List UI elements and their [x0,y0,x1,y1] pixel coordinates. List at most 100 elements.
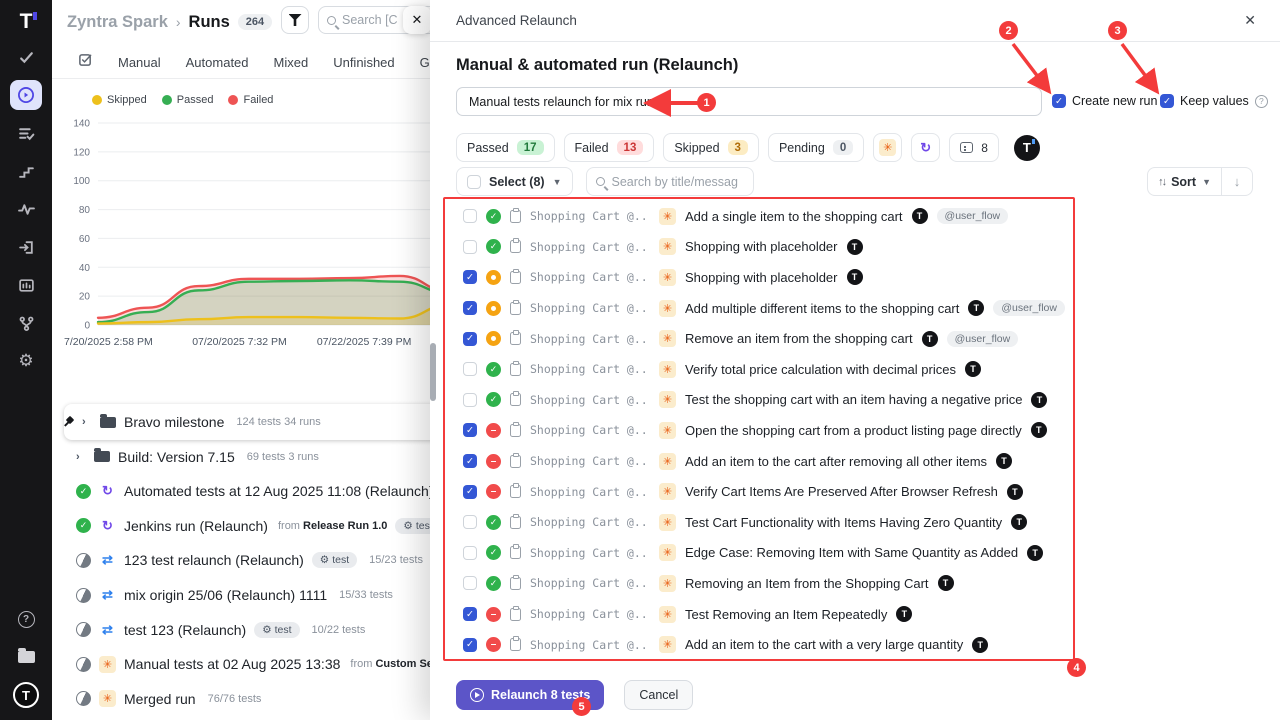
tree-run-row[interactable]: ✳Manual tests at 02 Aug 2025 13:38from C… [76,647,445,681]
filter-chip-failed[interactable]: Failed13 [564,133,655,162]
test-row[interactable]: ✓Shopping Cart @...✳Test Cart Functional… [456,507,1116,538]
row-checkbox[interactable] [463,576,477,590]
checkbox-checked-icon[interactable]: ✓ [1160,94,1174,108]
row-checkbox[interactable] [463,393,477,407]
gear-icon: ⚙ [403,520,412,532]
breadcrumb-project[interactable]: Zyntra Spark [67,13,168,32]
cancel-button[interactable]: Cancel [624,680,693,710]
close-icon[interactable]: ✕ [1244,12,1256,29]
tag-pill[interactable]: @user_flow [993,300,1065,316]
pulse-icon[interactable] [10,194,42,224]
test-row[interactable]: ✓Shopping Cart @...✳Removing an Item fro… [456,568,1116,599]
test-list: ✓Shopping Cart @...✳Add a single item to… [456,201,1116,660]
filter-button[interactable] [281,6,309,34]
help-icon[interactable]: ? [1255,95,1268,108]
sort-dropdown[interactable]: ↑↓ Sort ▼ [1148,168,1222,195]
row-checkbox[interactable] [463,362,477,376]
tree-run-row[interactable]: ✓↻Jenkins run (Relaunch)from Release Run… [76,509,445,543]
tests-check-icon[interactable] [10,42,42,72]
row-checkbox-checked[interactable]: ✓ [463,301,477,315]
assignee-avatar[interactable]: T [1014,135,1040,161]
test-row[interactable]: ✓–Shopping Cart @...✳Open the shopping c… [456,415,1116,446]
test-row[interactable]: ✓–Shopping Cart @...✳Verify Cart Items A… [456,476,1116,507]
run-name-input[interactable] [456,87,1042,116]
create-new-run-checkbox[interactable]: ✓ Create new run [1052,94,1157,108]
branch-icon[interactable] [10,308,42,338]
test-row[interactable]: ✓Shopping Cart @...✳Shopping with placeh… [456,232,1116,263]
play-icon [470,688,484,702]
tree-run-row[interactable]: ⇄mix origin 25/06 (Relaunch) 111115/33 t… [76,578,393,612]
clear-search-button[interactable]: ✕ [403,6,431,34]
tab-mixed[interactable]: Mixed [274,55,309,70]
test-row[interactable]: ✓–Shopping Cart @...✳Add an item to the … [456,629,1116,660]
row-checkbox[interactable] [463,546,477,560]
steps-icon[interactable] [10,156,42,186]
test-row[interactable]: ✓Shopping Cart @...✳Shopping with placeh… [456,262,1116,293]
select-runs-icon[interactable] [78,52,93,72]
tree-folder-row[interactable]: ›Bravo milestone124 tests 34 runs [64,405,321,439]
chevron-right-icon[interactable]: › [82,416,92,428]
chevron-right-icon[interactable]: › [76,451,86,463]
tree-run-row[interactable]: ⇄test 123 (Relaunch)⚙test10/22 tests [76,613,365,647]
row-checkbox-checked[interactable]: ✓ [463,485,477,499]
runs-play-icon[interactable] [10,80,42,110]
status-failed-icon: – [486,423,501,438]
status-passed-icon: ✓ [486,239,501,254]
filter-chip-skipped[interactable]: Skipped3 [663,133,759,162]
row-checkbox-checked[interactable]: ✓ [463,454,477,468]
comments-filter-button[interactable]: 8 [949,133,999,162]
test-row[interactable]: ✓Shopping Cart @...✳Add a single item to… [456,201,1116,232]
breadcrumb-section[interactable]: Runs [189,13,230,32]
row-checkbox[interactable] [463,515,477,529]
tab-unfinished[interactable]: Unfinished [333,55,394,70]
row-checkbox-checked[interactable]: ✓ [463,332,477,346]
filter-chip-pending[interactable]: Pending0 [768,133,864,162]
app-logo[interactable]: T [20,10,33,34]
tree-run-row[interactable]: ✓↻Automated tests at 12 Aug 2025 11:08 (… [76,474,445,508]
row-checkbox-checked[interactable]: ✓ [463,607,477,621]
import-icon[interactable] [10,232,42,262]
test-row[interactable]: ✓–Shopping Cart @...✳Test Removing an It… [456,599,1116,630]
suite-label: Shopping Cart @... [530,362,650,376]
tag-pill[interactable]: @user_flow [947,331,1019,347]
gear-icon: ⚙ [320,554,329,566]
keep-values-checkbox[interactable]: ✓ Keep values ? [1160,94,1268,108]
sort-controls: ↑↓ Sort ▼ ↓ [1147,167,1253,196]
test-row[interactable]: ✓Shopping Cart @...✳Edge Case: Removing … [456,538,1116,569]
tag-pill[interactable]: @user_flow [937,208,1009,224]
settings-gear-icon[interactable]: ⚙ [10,346,42,376]
tree-folder-row[interactable]: ›Build: Version 7.1569 tests 3 runs [76,440,319,474]
page-scrollbar[interactable] [430,343,436,401]
tab-automated[interactable]: Automated [186,55,249,70]
reports-icon[interactable] [10,270,42,300]
automated-filter-button[interactable]: ↻ [911,133,940,162]
manual-filter-button[interactable]: ✳ [873,133,902,162]
test-row[interactable]: ✓Shopping Cart @...✳Test the shopping ca… [456,385,1116,416]
tree-run-row[interactable]: ✳Merged run76/76 tests [76,682,261,716]
select-dropdown[interactable]: Select (8) ▼ [456,167,573,196]
projects-folder-icon[interactable] [10,642,42,672]
row-checkbox-checked[interactable]: ✓ [463,270,477,284]
test-title: Add a single item to the shopping cart [685,209,903,224]
svg-text:40: 40 [79,263,91,274]
tab-manual[interactable]: Manual [118,55,161,70]
relaunch-button[interactable]: Relaunch 8 tests [456,680,604,710]
test-row[interactable]: ✓–Shopping Cart @...✳Add an item to the … [456,446,1116,477]
checkbox-checked-icon[interactable]: ✓ [1052,94,1066,108]
test-row[interactable]: ✓Shopping Cart @...✳Add multiple differe… [456,293,1116,324]
test-row[interactable]: ✓Shopping Cart @...✳Remove an item from … [456,323,1116,354]
tree-run-row[interactable]: ⇄123 test relaunch (Relaunch)⚙test15/23 … [76,543,423,577]
filter-chip-passed[interactable]: Passed17 [456,133,555,162]
row-checkbox-checked[interactable]: ✓ [463,423,477,437]
row-checkbox[interactable] [463,240,477,254]
row-checkbox[interactable] [463,209,477,223]
select-all-checkbox[interactable] [467,175,481,189]
clipboard-icon [510,485,521,498]
help-icon[interactable]: ? [10,604,42,634]
row-checkbox-checked[interactable]: ✓ [463,638,477,652]
test-row[interactable]: ✓Shopping Cart @...✳Verify total price c… [456,354,1116,385]
test-search-input[interactable]: Search by title/messag [586,167,754,196]
user-avatar[interactable]: T [13,682,39,708]
plans-list-icon[interactable] [10,118,42,148]
sort-direction-button[interactable]: ↓ [1222,168,1252,195]
